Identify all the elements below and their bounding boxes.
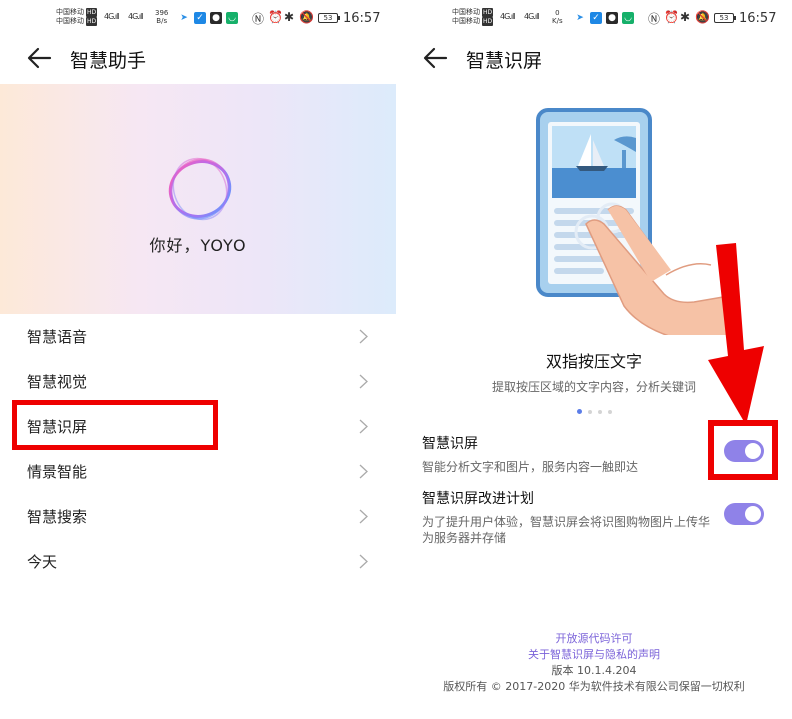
list-item-label: 智慧视觉 xyxy=(27,373,88,391)
alarm-icon: ⏰ xyxy=(664,10,679,24)
telegram-icon: ➤ xyxy=(180,13,188,23)
chevron-right-icon xyxy=(359,374,368,389)
nfc-icon: Ⓝ xyxy=(648,12,661,26)
clock: 16:57 xyxy=(343,11,381,26)
two-finger-press-illustration xyxy=(536,108,740,335)
bluetooth-icon: ✱ xyxy=(680,10,691,24)
shield-icon: ◡ xyxy=(226,12,238,24)
back-arrow-icon[interactable] xyxy=(422,46,448,70)
chevron-right-icon xyxy=(359,419,368,434)
assistant-orb-icon[interactable] xyxy=(160,149,240,229)
signal-icon: 4G.ıll xyxy=(104,12,119,21)
net-speed: 0 K/s xyxy=(552,9,563,25)
toggle-knob xyxy=(745,506,761,522)
net-speed: 396 B/s xyxy=(155,9,169,25)
list-item-search[interactable]: 智慧搜索 xyxy=(0,494,396,539)
battery-icon: 53 xyxy=(318,13,340,23)
chevron-right-icon xyxy=(359,509,368,524)
setting-description: 智能分析文字和图片，服务内容一触即达 xyxy=(422,460,639,474)
mute-icon: 🔕 xyxy=(695,10,710,24)
wechat-icon: ● xyxy=(606,12,618,24)
carrier-info: 中国移动 HD 中国移动 HD xyxy=(56,8,98,26)
open-source-link[interactable]: 开放源代码许可 xyxy=(396,630,792,646)
carrier-1: 中国移动 xyxy=(452,8,480,16)
greeting-text: 你好，YOYO xyxy=(149,236,247,255)
signal-icon: 4G.ıll xyxy=(500,12,515,21)
mute-icon: 🔕 xyxy=(299,10,314,24)
app-bar: 智慧助手 xyxy=(0,38,396,78)
list-item-voice[interactable]: 智慧语音 xyxy=(0,314,396,359)
bluetooth-icon: ✱ xyxy=(284,10,295,24)
pager-dot-active[interactable] xyxy=(576,409,582,414)
clock: 16:57 xyxy=(739,11,777,26)
battery-icon: 53 xyxy=(714,13,736,23)
list-item-vision[interactable]: 智慧视觉 xyxy=(0,359,396,404)
feature-subtitle: 提取按压区域的文字内容，分析关键词 xyxy=(491,380,696,394)
shield-icon: ◡ xyxy=(622,12,634,24)
carrier-2: 中国移动 xyxy=(56,17,84,25)
carrier-2: 中国移动 xyxy=(452,17,480,25)
toggle-knob xyxy=(745,443,761,459)
list-item-label: 智慧识屏 xyxy=(27,418,88,436)
screen-recognition-toggle[interactable] xyxy=(724,440,764,462)
pager-dot[interactable] xyxy=(607,409,612,414)
setting-description: 为了提升用户体验，智慧识屏会将识图购物图片上传华为服务器并存储 xyxy=(422,515,711,545)
right-screen: 中国移动 HD 中国移动 HD 4G.ıll 4G.ıll 0 K/s ➤ ✓ ● ◡… xyxy=(396,0,792,719)
status-bar: 中国移动 HD 中国移动 HD 4G.ıll 4G.ıll 0 K/s ➤ ✓ ● ◡… xyxy=(396,0,792,38)
back-arrow-icon[interactable] xyxy=(26,46,52,70)
version-text: 版本 10.1.4.204 xyxy=(551,664,637,677)
page-title: 智慧助手 xyxy=(70,50,147,72)
list-item-scenario[interactable]: 情景智能 xyxy=(0,449,396,494)
carrier-info: 中国移动 HD 中国移动 HD xyxy=(452,8,494,26)
list-item-label: 情景智能 xyxy=(27,463,88,481)
telegram-icon: ➤ xyxy=(576,13,584,23)
hd-badge: HD xyxy=(482,8,494,17)
assistant-hero: 你好，YOYO xyxy=(0,84,396,314)
list-item-label: 今天 xyxy=(27,553,58,571)
pager-dot[interactable] xyxy=(587,409,592,414)
privacy-statement-link[interactable]: 关于智慧识屏与隐私的声明 xyxy=(396,646,792,662)
chevron-right-icon xyxy=(359,464,368,479)
copyright-text: 版权所有 © 2017-2020 华为软件技术有限公司保留一切权利 xyxy=(443,680,745,693)
chevron-right-icon xyxy=(359,554,368,569)
list-item-today[interactable]: 今天 xyxy=(0,539,396,584)
hd-badge: HD xyxy=(86,8,98,17)
app-bar: 智慧识屏 xyxy=(396,38,792,78)
app-icon: ✓ xyxy=(194,12,206,24)
carrier-1: 中国移动 xyxy=(56,8,84,16)
list-item-label: 智慧语音 xyxy=(27,328,88,346)
status-bar: 中国移动 HD 中国移动 HD 4G.ıll 4G.ıll 396 B/s ➤ ✓ ●… xyxy=(0,0,396,38)
signal-icon: 4G.ıll xyxy=(524,12,539,21)
page-title: 智慧识屏 xyxy=(466,50,543,72)
pager-dot[interactable] xyxy=(597,409,602,414)
nfc-icon: Ⓝ xyxy=(252,12,265,26)
improvement-plan-toggle[interactable] xyxy=(724,503,764,525)
feature-title: 双指按压文字 xyxy=(545,352,642,371)
pager-dots[interactable] xyxy=(396,401,792,420)
hd-badge: HD xyxy=(482,17,494,26)
hd-badge: HD xyxy=(86,17,98,26)
left-screen: 中国移动 HD 中国移动 HD 4G.ıll 4G.ıll 396 B/s ➤ ✓ ●… xyxy=(0,0,396,719)
wechat-icon: ● xyxy=(210,12,222,24)
list-item-label: 智慧搜索 xyxy=(27,508,88,526)
alarm-icon: ⏰ xyxy=(268,10,283,24)
app-icon: ✓ xyxy=(590,12,602,24)
feature-list: 智慧语音 智慧视觉 智慧识屏 情景智能 智慧搜索 今天 xyxy=(0,314,396,584)
chevron-right-icon xyxy=(359,329,368,344)
signal-icon: 4G.ıll xyxy=(128,12,143,21)
list-item-screen-recognition[interactable]: 智慧识屏 xyxy=(0,404,396,449)
